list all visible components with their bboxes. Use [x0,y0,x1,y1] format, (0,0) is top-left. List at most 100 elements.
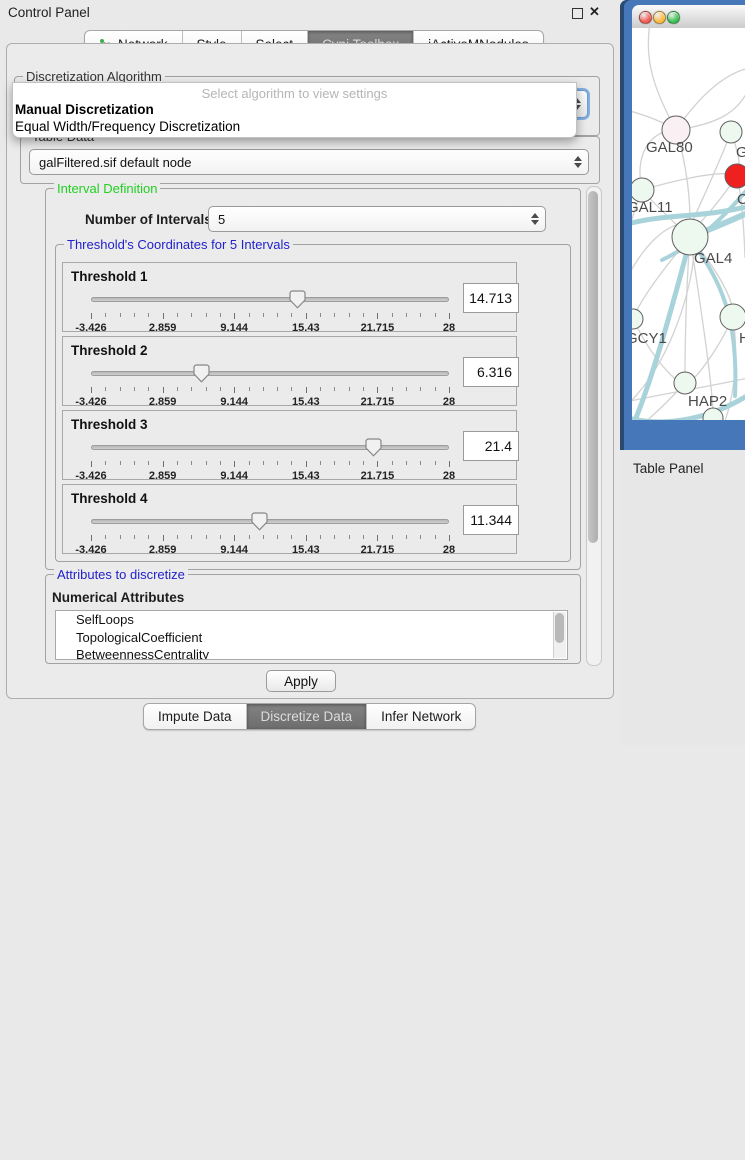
popup-item-manual[interactable]: Manual Discretization [15,102,154,117]
combo-stepper-icon[interactable] [568,150,588,174]
network-node[interactable] [674,372,696,394]
slider-tick [363,313,364,317]
slider-tick [134,387,135,391]
attribute-item-topologicalcoefficient[interactable]: TopologicalCoefficient [56,629,567,647]
slider-tick [177,535,178,539]
threshold-slider[interactable]: -3.4262.8599.14415.4321.71528 [91,511,449,551]
slider-thumb[interactable] [251,512,268,531]
slider-thumb[interactable] [365,438,382,457]
attribute-item-betweennesscentrality[interactable]: BetweennessCentrality [56,646,567,660]
slider-tick-label: 2.859 [149,544,177,556]
slider-track[interactable] [91,371,449,376]
slider-thumb[interactable] [289,290,306,309]
slider-tick-label: 28 [443,470,455,482]
slider-track[interactable] [91,445,449,450]
network-edge[interactable] [648,28,676,130]
slider-tick [334,461,335,465]
slider-tick [177,313,178,317]
num-intervals-combobox[interactable]: 5 [208,206,546,232]
slider-tick [206,387,207,391]
slider-tick [349,387,350,391]
network-edge[interactable] [642,174,728,190]
attributes-group-title: Attributes to discretize [54,567,188,582]
threshold-value-field[interactable]: 14.713 [463,283,519,313]
attributes-scrollbar-thumb[interactable] [555,613,564,643]
table-data-combobox[interactable]: galFiltered.sif default node [29,149,589,175]
slider-tick [377,387,378,393]
zoom-traffic-light[interactable] [667,11,680,24]
slider-tick [406,535,407,539]
slider-tick-label: 2.859 [149,322,177,334]
threshold-value-field[interactable]: 11.344 [463,505,519,535]
slider-tick [163,461,164,467]
slider-tick [249,461,250,465]
slider-tick [91,535,92,541]
slider-tick [277,387,278,391]
threshold-value-field[interactable]: 21.4 [463,431,519,461]
slider-tick [206,535,207,539]
slider-tick [291,313,292,317]
interval-group-title: Interval Definition [54,181,160,196]
float-window-icon[interactable] [572,8,583,19]
slider-tick [163,535,164,541]
threshold-value-field[interactable]: 6.316 [463,357,519,387]
threshold-slider[interactable]: -3.4262.8599.14415.4321.71528 [91,289,449,329]
slider-tick [191,535,192,539]
tab-label: Infer Network [381,709,461,724]
slider-tick [291,387,292,391]
slider-tick [120,535,121,539]
tab-impute-data[interactable]: Impute Data [144,704,247,729]
network-canvas[interactable]: GAL80GACGAL11GAL4GCY1HAHAP2 [632,28,745,420]
slider-tick [234,387,235,393]
network-node[interactable] [632,309,643,329]
algorithm-dropdown-popup: Select algorithm to view settings Manual… [12,82,577,138]
slider-tick [163,387,164,393]
slider-tick [306,461,307,467]
popup-item-equal-width[interactable]: Equal Width/Frequency Discretization [15,119,240,134]
attributes-scrollbar[interactable] [553,612,566,658]
slider-tick [220,535,221,539]
network-node[interactable] [725,164,745,188]
slider-tick-label: 9.144 [220,544,248,556]
slider-tick [191,461,192,465]
popup-hint: Select algorithm to view settings [13,86,576,101]
threshold-slider[interactable]: -3.4262.8599.14415.4321.71528 [91,363,449,403]
slider-tick [148,313,149,317]
slider-tick [449,387,450,393]
threshold-slider[interactable]: -3.4262.8599.14415.4321.71528 [91,437,449,477]
slider-tick [306,313,307,319]
attribute-item-selfloops[interactable]: SelfLoops [56,611,567,629]
slider-track[interactable] [91,519,449,524]
close-traffic-light[interactable] [639,11,652,24]
slider-tick-label: 28 [443,322,455,334]
slider-track[interactable] [91,297,449,302]
slider-tick-label: 21.715 [361,470,395,482]
attributes-list[interactable]: SelfLoopsTopologicalCoefficientBetweenne… [55,610,568,660]
tab-label: Impute Data [158,709,232,724]
slider-tick-label: -3.426 [75,544,106,556]
network-node[interactable] [720,121,742,143]
slider-tick [449,461,450,467]
slider-tick [91,461,92,467]
combo-stepper-icon[interactable] [525,207,545,231]
minimize-traffic-light[interactable] [653,11,666,24]
slider-tick-label: 9.144 [220,470,248,482]
panel-scrollbar[interactable] [586,186,602,666]
slider-tick [334,313,335,317]
slider-tick [263,313,264,317]
slider-tick [392,461,393,465]
slider-tick [363,387,364,391]
threshold-row-4: Threshold 4-3.4262.8599.14415.4321.71528… [62,484,517,554]
slider-tick [234,461,235,467]
panel-scrollbar-thumb[interactable] [588,191,598,543]
slider-tick [191,387,192,391]
slider-tick [105,387,106,391]
network-node[interactable] [720,304,745,330]
tab-discretize-data[interactable]: Discretize Data [247,704,368,729]
slider-tick [120,387,121,391]
apply-button[interactable]: Apply [266,670,336,692]
slider-thumb[interactable] [193,364,210,383]
slider-tick [435,387,436,391]
tab-infer-network[interactable]: Infer Network [367,704,475,729]
close-icon[interactable]: ✕ [589,4,600,20]
